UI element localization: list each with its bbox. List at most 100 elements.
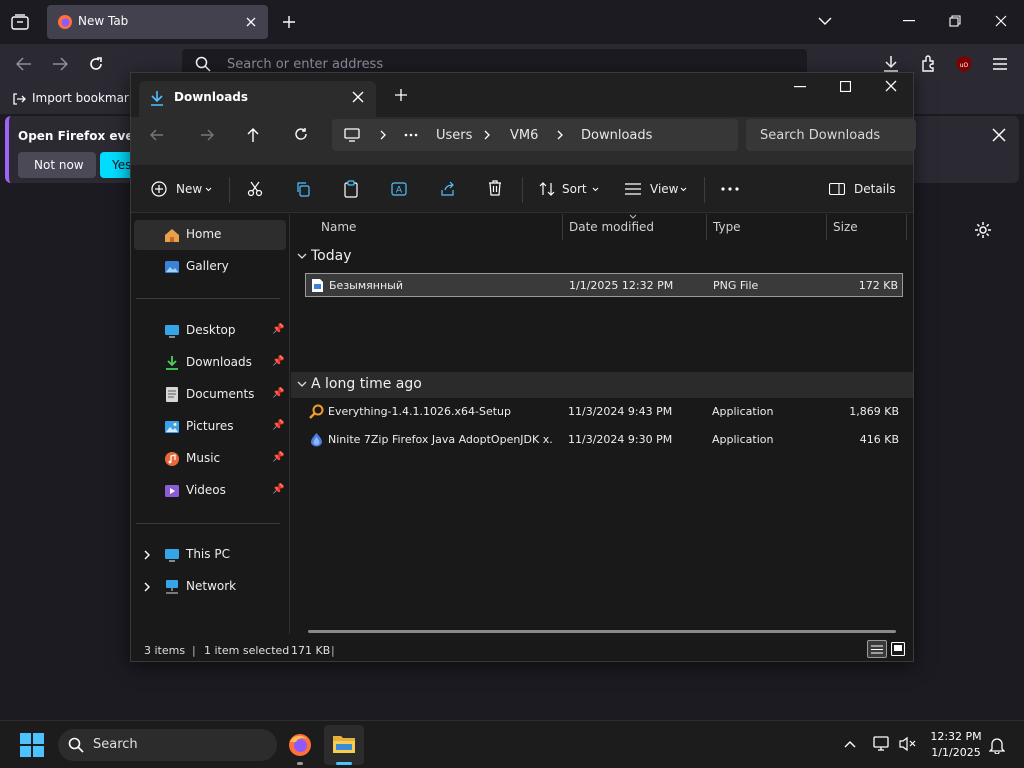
sidebar-item-pictures[interactable]: Pictures 📌 — [134, 412, 286, 442]
forward-icon[interactable] — [200, 128, 214, 142]
close-window-icon[interactable] — [885, 80, 897, 92]
png-file-icon — [312, 279, 323, 292]
cut-icon[interactable] — [247, 181, 263, 197]
details-button[interactable]: Details — [823, 173, 903, 205]
running-indicator — [297, 762, 303, 765]
close-tab-icon[interactable] — [245, 16, 257, 28]
settings-gear-icon[interactable] — [974, 221, 992, 239]
firefox-taskbar-icon[interactable] — [288, 733, 312, 765]
minimize-icon[interactable] — [903, 20, 915, 22]
search-input[interactable]: Search Downloads — [746, 119, 916, 151]
ublock-origin-icon[interactable]: uO — [955, 55, 973, 73]
horizontal-scrollbar[interactable] — [308, 630, 896, 633]
taskbar-date[interactable]: 1/1/2025 — [924, 746, 988, 759]
restore-icon[interactable] — [949, 15, 961, 27]
chevron-right-icon — [557, 130, 563, 140]
breadcrumb-downloads[interactable]: Downloads — [581, 128, 652, 143]
close-tab-icon[interactable] — [352, 91, 364, 103]
sidebar-item-documents[interactable]: Documents 📌 — [134, 380, 286, 410]
column-header-name[interactable]: Name — [321, 220, 356, 234]
chevron-down-icon[interactable] — [818, 16, 832, 26]
column-header-size[interactable]: Size — [833, 220, 858, 234]
close-window-icon[interactable] — [995, 15, 1007, 27]
view-button[interactable]: View — [621, 173, 693, 205]
sidebar-item-this-pc[interactable]: This PC — [134, 540, 286, 570]
sidebar-item-videos[interactable]: Videos 📌 — [134, 476, 286, 506]
breadcrumb[interactable]: Users VM6 Downloads — [332, 119, 738, 151]
back-icon[interactable] — [150, 128, 164, 142]
file-explorer-taskbar-icon[interactable] — [324, 725, 364, 765]
close-notification-icon[interactable] — [992, 128, 1006, 142]
show-hidden-icons-icon[interactable] — [844, 740, 856, 748]
sort-button[interactable]: Sort — [533, 173, 603, 205]
column-separator[interactable] — [826, 214, 827, 240]
details-label: Details — [854, 182, 896, 196]
file-explorer-window: Downloads Users VM6 Downloads Search Dow… — [130, 72, 916, 662]
table-row[interactable]: Ninite 7Zip Firefox Java AdoptOpenJDK x.… — [305, 428, 903, 452]
taskbar-search-box[interactable]: Search — [58, 729, 277, 761]
downloads-toolbar-icon[interactable] — [883, 55, 899, 73]
music-icon — [165, 452, 179, 466]
expand-chevron-icon[interactable] — [144, 550, 151, 560]
forward-icon[interactable] — [52, 57, 68, 71]
table-row[interactable]: Безымянный 1/1/2025 12:32 PM PNG File 17… — [305, 273, 903, 297]
firefox-tab-new-tab[interactable]: New Tab — [47, 5, 268, 39]
up-arrow-icon[interactable] — [246, 127, 260, 143]
minimize-icon[interactable] — [794, 86, 806, 88]
breadcrumb-vm6[interactable]: VM6 — [510, 128, 538, 143]
explorer-tab-downloads[interactable]: Downloads — [139, 81, 376, 117]
sidebar-item-gallery[interactable]: Gallery — [134, 252, 286, 282]
menu-icon[interactable] — [992, 57, 1008, 71]
sidebar-item-music[interactable]: Music 📌 — [134, 444, 286, 474]
column-separator[interactable] — [906, 214, 907, 240]
expand-chevron-icon[interactable] — [144, 582, 151, 592]
group-header-today[interactable]: Today — [291, 244, 913, 270]
sidebar-item-desktop[interactable]: Desktop 📌 — [134, 316, 286, 346]
tiles-view-icon[interactable] — [891, 642, 905, 656]
group-header-a-long-time-ago[interactable]: A long time ago — [291, 372, 913, 398]
everything-app-icon — [309, 404, 324, 419]
column-header-date-modified[interactable]: Date modified — [569, 220, 654, 234]
column-separator[interactable] — [562, 214, 563, 240]
file-type: Application — [712, 433, 774, 446]
rename-icon[interactable]: A — [391, 181, 409, 197]
table-row[interactable]: Everything-1.4.1.1026.x64-Setup 11/3/202… — [305, 400, 903, 424]
new-tab-icon[interactable] — [395, 89, 407, 101]
windows-start-icon[interactable] — [20, 733, 44, 757]
paste-icon[interactable] — [343, 180, 359, 198]
group-label: Today — [311, 248, 352, 264]
file-name: Безымянный — [329, 279, 403, 292]
column-separator[interactable] — [706, 214, 707, 240]
file-list: Name Date modified Type Size Today Безым… — [291, 214, 913, 634]
share-icon[interactable] — [440, 181, 456, 197]
tab-list-icon[interactable] — [11, 14, 29, 30]
reload-icon[interactable] — [88, 56, 104, 72]
back-icon[interactable] — [16, 57, 32, 71]
details-view-icon[interactable] — [867, 640, 887, 658]
maximize-icon[interactable] — [840, 81, 851, 92]
sidebar-item-label: Downloads — [186, 355, 252, 369]
explorer-tab-label: Downloads — [174, 90, 249, 104]
volume-muted-icon[interactable] — [899, 736, 917, 752]
copy-icon[interactable] — [295, 181, 311, 197]
sidebar-item-network[interactable]: Network — [134, 572, 286, 602]
taskbar-time[interactable]: 12:32 PM — [924, 730, 988, 743]
delete-icon[interactable] — [488, 180, 502, 196]
new-button[interactable]: New — [143, 173, 215, 205]
extensions-icon[interactable] — [920, 55, 938, 73]
column-header-type[interactable]: Type — [713, 220, 741, 234]
collapse-chevron-icon[interactable] — [297, 253, 307, 260]
collapse-chevron-icon[interactable] — [297, 381, 307, 388]
refresh-icon[interactable] — [294, 127, 308, 141]
not-now-button[interactable]: Not now — [18, 152, 96, 178]
notification-bell-icon[interactable] — [989, 736, 1005, 754]
network-status-icon[interactable] — [873, 736, 891, 752]
sidebar-item-home[interactable]: Home — [134, 220, 286, 250]
more-locations-icon[interactable] — [404, 133, 418, 137]
more-options-icon[interactable] — [721, 187, 739, 191]
sidebar-item-downloads[interactable]: Downloads 📌 — [134, 348, 286, 378]
active-indicator — [336, 762, 352, 765]
new-tab-icon[interactable] — [282, 15, 296, 29]
breadcrumb-users[interactable]: Users — [436, 128, 472, 143]
explorer-command-bar: New A Sort View Details — [131, 165, 913, 213]
